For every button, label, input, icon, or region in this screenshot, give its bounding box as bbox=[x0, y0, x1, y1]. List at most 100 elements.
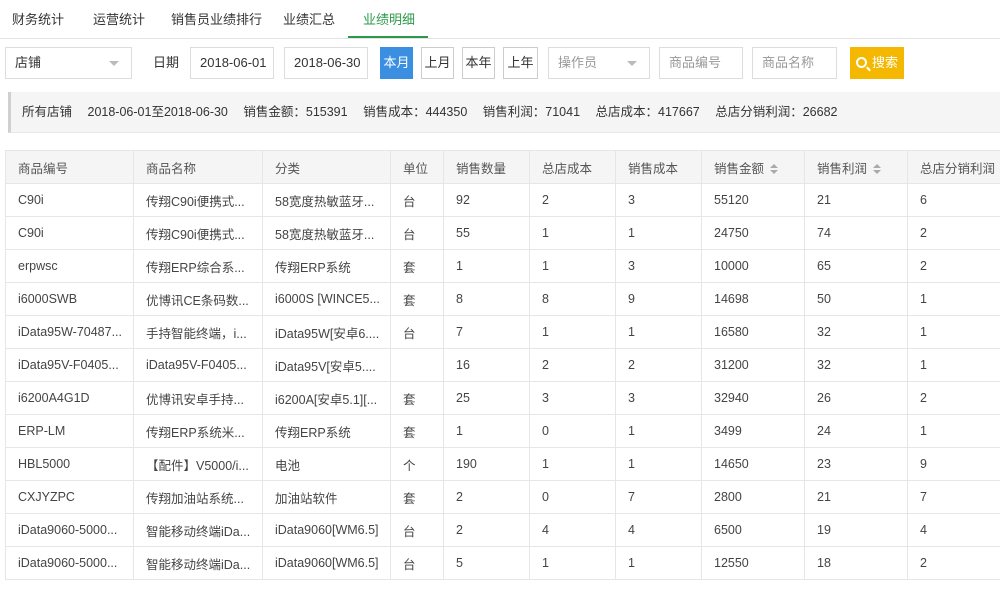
cell-sales-qty: 25 bbox=[443, 381, 530, 415]
summary-store: 所有店铺 bbox=[22, 105, 73, 119]
cell-category: 传翔ERP系统 bbox=[262, 414, 391, 448]
chevron-down-icon bbox=[627, 61, 637, 66]
sort-icon[interactable] bbox=[770, 163, 779, 174]
cell-category: iData95W[安卓6.... bbox=[262, 315, 391, 349]
tab-operation-stats[interactable]: 运营统计 bbox=[93, 0, 145, 39]
table-row[interactable]: erpwsc 传翔ERP综合系... 传翔ERP系统套 1 1 3 10000 65 2 bbox=[5, 249, 1000, 283]
table-row[interactable]: iData95W-70487... 手持智能终端，i... iData95W[安卓6… bbox=[5, 315, 1000, 349]
cell-sales-qty: 7 bbox=[443, 315, 530, 349]
cell-unit: 台 bbox=[390, 315, 444, 349]
column-header-product-code: 商品编号 bbox=[5, 150, 134, 184]
column-header-sales-profit[interactable]: 销售利润 bbox=[804, 150, 908, 184]
detail-table-container: 商品编号 商品名称 分类 单位 销售数量 总店成本 销售成本 销售金额 销售利润 总店分销利润 C… bbox=[5, 150, 1000, 580]
cell-unit: 台 bbox=[390, 546, 444, 580]
cell-sales-amount: 16580 bbox=[701, 315, 805, 349]
cell-product-code: i6200A4G1D bbox=[5, 381, 134, 415]
cell-category: i6200A[安卓5.1][... bbox=[262, 381, 391, 415]
store-select[interactable]: 店铺 bbox=[5, 47, 132, 79]
filter-bar: 店铺 日期 2018-06-01 2018-06-30 本月 上月 本年 上年 … bbox=[0, 47, 1000, 81]
cell-sales-profit: 23 bbox=[804, 447, 908, 481]
cell-unit: 套 bbox=[390, 381, 444, 415]
cell-sales-qty: 2 bbox=[443, 513, 530, 547]
cell-sales-profit: 21 bbox=[804, 480, 908, 514]
cell-hq-cost: 4 bbox=[529, 513, 616, 547]
store-select-value: 店铺 bbox=[15, 55, 42, 70]
table-row[interactable]: iData9060-5000... 智能移动终端iDa... iData9060[W… bbox=[5, 513, 1000, 547]
cell-sales-amount: 55120 bbox=[701, 183, 805, 217]
table-row[interactable]: iData9060-5000... 智能移动终端iDa... iData9060[W… bbox=[5, 546, 1000, 580]
tab-finance-stats[interactable]: 财务统计 bbox=[12, 0, 64, 39]
cell-sales-amount: 6500 bbox=[701, 513, 805, 547]
last-year-button[interactable]: 上年 bbox=[503, 47, 538, 79]
date-start-input[interactable]: 2018-06-01 bbox=[190, 47, 274, 79]
column-header-hq-profit: 总店分销利润 bbox=[907, 150, 1000, 184]
operator-select[interactable]: 操作员 bbox=[548, 47, 650, 79]
cell-sales-profit: 32 bbox=[804, 315, 908, 349]
cell-hq-cost: 1 bbox=[529, 546, 616, 580]
tab-performance-summary[interactable]: 业绩汇总 bbox=[283, 0, 335, 39]
cell-sales-cost: 3 bbox=[615, 183, 702, 217]
cell-unit: 台 bbox=[390, 216, 444, 250]
table-header-row: 商品编号 商品名称 分类 单位 销售数量 总店成本 销售成本 销售金额 销售利润 总店分销利润 bbox=[5, 150, 1000, 184]
product-name-input[interactable]: 商品名称 bbox=[752, 47, 837, 79]
cell-sales-profit: 19 bbox=[804, 513, 908, 547]
cell-hq-cost: 0 bbox=[529, 414, 616, 448]
column-header-product-name: 商品名称 bbox=[133, 150, 263, 184]
cell-hq-cost: 2 bbox=[529, 348, 616, 382]
column-header-sales-amount[interactable]: 销售金额 bbox=[701, 150, 805, 184]
cell-hq-cost: 2 bbox=[529, 183, 616, 217]
table-row[interactable]: i6200A4G1D 优博讯安卓手持... i6200A[安卓5.1][... 套 25… bbox=[5, 381, 1000, 415]
cell-hq-profit: 6 bbox=[907, 183, 1000, 217]
cell-sales-amount: 3499 bbox=[701, 414, 805, 448]
operator-select-placeholder: 操作员 bbox=[558, 55, 598, 70]
cell-sales-cost: 1 bbox=[615, 546, 702, 580]
column-header-hq-cost: 总店成本 bbox=[529, 150, 616, 184]
search-button[interactable]: 搜索 bbox=[850, 47, 904, 79]
table-row[interactable]: ERP-LM 传翔ERP系统米... 传翔ERP系统套 1 0 1 3499 24 1 bbox=[5, 414, 1000, 448]
cell-unit: 套 bbox=[390, 414, 444, 448]
cell-hq-cost: 0 bbox=[529, 480, 616, 514]
cell-hq-profit: 9 bbox=[907, 447, 1000, 481]
product-code-input[interactable]: 商品编号 bbox=[659, 47, 743, 79]
cell-product-code: i6000SWB bbox=[5, 282, 134, 316]
cell-sales-amount: 32940 bbox=[701, 381, 805, 415]
cell-product-name: 智能移动终端iDa... bbox=[133, 513, 263, 547]
column-header-unit: 单位 bbox=[390, 150, 444, 184]
active-tab-indicator bbox=[348, 36, 428, 38]
cell-product-code: ERP-LM bbox=[5, 414, 134, 448]
table-row[interactable]: iData95V-F0405... iData95V-F0405... iData9… bbox=[5, 348, 1000, 382]
column-header-label: 销售数量 bbox=[456, 161, 507, 176]
table-row[interactable]: C90i 传翔C90i便携式... 58宽度热敏蓝牙... 台 55 1 1 24750 74 2 bbox=[5, 216, 1000, 250]
column-header-label: 商品编号 bbox=[18, 161, 69, 176]
cell-category: 58宽度热敏蓝牙... bbox=[262, 183, 391, 217]
last-month-button[interactable]: 上月 bbox=[421, 47, 454, 79]
cell-unit: 台 bbox=[390, 513, 444, 547]
summary-sales-amount: 销售金额：515391 bbox=[243, 105, 348, 119]
this-year-button[interactable]: 本年 bbox=[462, 47, 495, 79]
cell-category: 传翔ERP系统 bbox=[262, 249, 391, 283]
cell-product-code: iData95V-F0405... bbox=[5, 348, 134, 382]
sort-icon[interactable] bbox=[873, 163, 882, 174]
cell-hq-profit: 1 bbox=[907, 315, 1000, 349]
cell-sales-profit: 21 bbox=[804, 183, 908, 217]
table-row[interactable]: i6000SWB 优博讯CE条码数... i6000S [WINCE5... 套 8 8 9… bbox=[5, 282, 1000, 316]
cell-hq-cost: 1 bbox=[529, 447, 616, 481]
cell-sales-cost: 9 bbox=[615, 282, 702, 316]
table-row[interactable]: HBL5000 【配件】V5000/i... 电池个 190 1 1 14650 23 9 bbox=[5, 447, 1000, 481]
cell-category: 加油站软件 bbox=[262, 480, 391, 514]
cell-product-name: 优博讯安卓手持... bbox=[133, 381, 263, 415]
tab-salesperson-ranking[interactable]: 销售员业绩排行 bbox=[171, 0, 262, 39]
table-row[interactable]: CXJYZPC 传翔加油站系统... 加油站软件套 2 0 7 2800 21 7 bbox=[5, 480, 1000, 514]
cell-category: iData9060[WM6.5] bbox=[262, 513, 391, 547]
cell-product-name: 【配件】V5000/i... bbox=[133, 447, 263, 481]
cell-product-code: HBL5000 bbox=[5, 447, 134, 481]
table-row[interactable]: C90i 传翔C90i便携式... 58宽度热敏蓝牙... 台 92 2 3 55120 21 6 bbox=[5, 183, 1000, 217]
date-end-input[interactable]: 2018-06-30 bbox=[284, 47, 368, 79]
cell-category: 58宽度热敏蓝牙... bbox=[262, 216, 391, 250]
column-header-category: 分类 bbox=[262, 150, 391, 184]
column-header-label: 总店成本 bbox=[542, 161, 593, 176]
this-month-button[interactable]: 本月 bbox=[380, 47, 413, 79]
table-body: C90i 传翔C90i便携式... 58宽度热敏蓝牙... 台 92 2 3 55120 21 6… bbox=[5, 183, 1000, 580]
search-button-label: 搜索 bbox=[871, 55, 898, 70]
tab-performance-detail[interactable]: 业绩明细 bbox=[363, 0, 415, 39]
